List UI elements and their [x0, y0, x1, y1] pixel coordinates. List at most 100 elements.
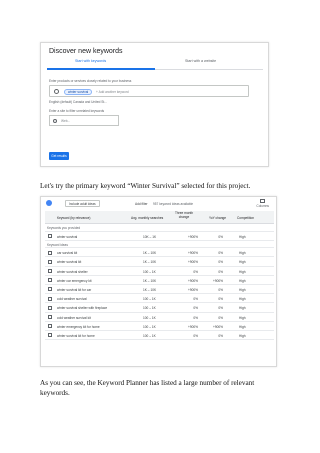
yoy-cell: +900% [212, 278, 223, 283]
table-row[interactable]: cold weather survival kit 100 – 1K 0% 0% Hig… [45, 313, 274, 322]
add-filter-button[interactable]: Add filter [135, 202, 148, 206]
competition-cell: High [239, 269, 246, 274]
avg-searches-cell: 1K – 10K [143, 278, 157, 283]
row-checkbox[interactable] [48, 278, 52, 283]
row-checkbox[interactable] [48, 259, 52, 264]
header-competition[interactable]: Competition [237, 216, 254, 220]
avg-searches-cell: 100 – 1K [143, 306, 156, 311]
keyword-input[interactable]: winter survival + Add another keyword [49, 85, 249, 97]
keyword-chip[interactable]: winter survival [64, 88, 93, 95]
competition-cell: High [239, 287, 246, 292]
yoy-cell: +900% [212, 324, 223, 329]
row-checkbox[interactable] [48, 296, 52, 301]
avg-searches-cell: 100 – 1K [143, 269, 156, 274]
table-row[interactable]: winter survival shelter 100 – 1K 0% 0% High [45, 267, 274, 276]
three-month-cell: 0% [193, 269, 198, 274]
table-toolbar: Include adult ideas Add filter 957 keywo… [41, 197, 276, 210]
columns-icon [260, 199, 266, 203]
row-checkbox[interactable] [48, 269, 52, 274]
keyword-cell: cold weather survival [57, 297, 87, 302]
table-row[interactable]: winter emergency kit for home 100 – 1K +90… [45, 322, 274, 331]
google-ads-icon [46, 200, 52, 206]
competition-cell: High [239, 278, 246, 283]
header-three-month[interactable]: Three month change [172, 211, 196, 220]
three-month-cell: +900% [187, 260, 198, 265]
discover-keywords-screenshot: Discover new keywords Start with keyword… [40, 42, 269, 167]
avg-searches-cell: 100 – 1K [143, 297, 156, 302]
keyword-cell: winter survival shelter [57, 269, 88, 274]
table-header: Keyword (by relevance) Avg. monthly sear… [45, 211, 274, 224]
tab-start-with-website[interactable]: Start with a website [185, 59, 216, 63]
table-row[interactable]: car survival kit 1K – 10K +900% 0% High [45, 248, 274, 258]
section-label: Keywords you provided [47, 226, 81, 230]
three-month-cell: 0% [193, 297, 198, 302]
yoy-cell: 0% [218, 260, 223, 265]
table-row[interactable]: winter survival kit for home 100 – 1K 0% 0%… [45, 331, 274, 341]
keyword-hint: Enter products or services closely relat… [49, 79, 132, 83]
competition-cell: High [239, 260, 246, 265]
avg-searches-cell: 100 – 1K [143, 333, 156, 338]
row-checkbox[interactable] [48, 250, 52, 255]
row-checkbox[interactable] [48, 315, 52, 319]
keyword-cell: winter emergency kit for home [57, 324, 100, 329]
table-body: Keywords you provided winter survival 10K … [45, 224, 274, 341]
ideas-available-count: 957 keyword ideas available [153, 201, 194, 206]
header-keyword[interactable]: Keyword (by relevance) [57, 216, 90, 220]
keyword-cell: winter car emergency kit [57, 278, 92, 283]
keyword-cell: winter survival [57, 234, 78, 239]
row-checkbox[interactable] [48, 333, 52, 338]
row-checkbox[interactable] [48, 287, 52, 292]
three-month-cell: +900% [187, 234, 198, 239]
row-checkbox[interactable] [48, 305, 52, 310]
keyword-ideas-screenshot: Include adult ideas Add filter 957 keywo… [40, 196, 277, 367]
three-month-cell: 0% [193, 306, 198, 311]
yoy-cell: 0% [218, 306, 223, 311]
keyword-cell: car survival kit [57, 251, 78, 256]
three-month-cell: +900% [187, 251, 198, 256]
yoy-cell: 0% [218, 234, 223, 239]
language-location[interactable]: English (default) Canada and United St..… [49, 100, 107, 104]
row-checkbox[interactable] [48, 324, 52, 329]
three-month-cell: +900% [187, 324, 198, 329]
yoy-cell: 0% [218, 287, 223, 292]
row-checkbox[interactable] [48, 234, 52, 238]
paragraph-intro: Let's try the primary keyword “Winter Su… [40, 182, 251, 190]
yoy-cell: 0% [218, 315, 223, 320]
yoy-cell: 0% [218, 269, 223, 274]
competition-cell: High [239, 315, 246, 320]
competition-cell: High [239, 324, 246, 329]
header-yoy[interactable]: YoY change [209, 216, 226, 220]
paragraph-conclusion: As you can see, the Keyword Planner has … [40, 379, 255, 397]
site-filter-input[interactable]: Web... [49, 115, 119, 126]
section-keyword-ideas: Keyword ideas [45, 240, 274, 249]
yoy-cell: 0% [218, 297, 223, 302]
avg-searches-cell: 100 – 1K [143, 315, 156, 320]
three-month-cell: 0% [193, 315, 198, 320]
include-adult-ideas[interactable]: Include adult ideas [65, 200, 100, 207]
competition-cell: High [239, 234, 246, 239]
table-row[interactable]: winter survival kit 1K – 10K +900% 0% High [45, 257, 274, 267]
globe-icon [53, 119, 57, 123]
keyword-cell: winter survival kit for home [57, 333, 95, 338]
table-row[interactable]: winter survival shelter with fireplace 10… [45, 303, 274, 313]
table-row[interactable]: cold weather survival 100 – 1K 0% 0% High [45, 294, 274, 304]
columns-label: Columns [256, 204, 269, 208]
tab-start-with-keywords[interactable]: Start with keywords [75, 59, 106, 63]
table-row[interactable]: winter car emergency kit 1K – 10K +900% +90… [45, 276, 274, 285]
competition-cell: High [239, 297, 246, 302]
competition-cell: High [239, 333, 246, 338]
table-row[interactable]: winter survival 10K – 1K +900% 0% High [45, 232, 274, 241]
three-month-cell: +900% [187, 278, 198, 283]
add-keyword-placeholder: + Add another keyword [96, 89, 129, 94]
table-row[interactable]: winter survival kit for car 1K – 10K +900%… [45, 285, 274, 295]
keyword-cell: winter survival shelter with fireplace [57, 306, 108, 311]
site-placeholder: Web... [61, 119, 71, 123]
avg-searches-cell: 1K – 10K [143, 287, 157, 292]
three-month-cell: 0% [193, 333, 198, 338]
columns-button[interactable]: Columns [256, 199, 269, 208]
yoy-cell: 0% [218, 333, 223, 338]
header-avg-monthly[interactable]: Avg. monthly searches [131, 216, 163, 220]
keyword-cell: cold weather survival kit [57, 315, 91, 320]
competition-cell: High [239, 306, 246, 311]
get-results-button[interactable]: Get results [49, 152, 69, 160]
